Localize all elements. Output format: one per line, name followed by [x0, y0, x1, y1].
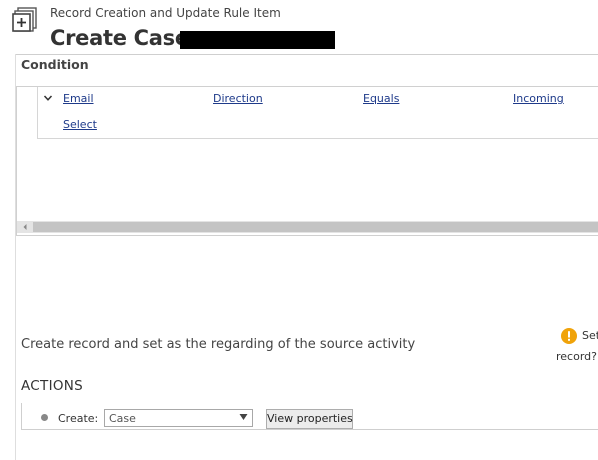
entity-select-value: Case [109, 412, 136, 425]
record-type-subtitle: Record Creation and Update Rule Item [50, 6, 281, 20]
warning-icon [561, 328, 577, 344]
warning-text-continued: record? [556, 350, 597, 363]
select-link[interactable]: Select [63, 118, 97, 131]
header-divider [15, 54, 598, 55]
condition-indent-line [37, 87, 38, 139]
create-record-description: Create record and set as the regarding o… [21, 337, 416, 352]
scroll-left-arrow-icon[interactable] [20, 221, 30, 233]
condition-row-divider [37, 138, 598, 139]
condition-grid [16, 86, 598, 236]
condition-operator-link[interactable]: Equals [363, 92, 399, 105]
scrollbar-thumb[interactable] [33, 222, 598, 232]
warning-text: Set [582, 329, 598, 342]
condition-value-link[interactable]: Incoming [513, 92, 564, 105]
chevron-down-icon[interactable] [43, 93, 53, 103]
condition-attribute-link[interactable]: Direction [213, 92, 263, 105]
view-properties-button[interactable]: View properties [266, 409, 353, 429]
condition-field-link[interactable]: Email [63, 92, 94, 105]
dropdown-arrow-icon[interactable] [239, 413, 248, 421]
record-rule-icon [12, 7, 37, 32]
page: Record Creation and Update Rule Item Cre… [0, 0, 598, 460]
action-bullet-icon [41, 414, 48, 421]
redacted-title-block [180, 31, 335, 49]
condition-heading: Condition [21, 57, 89, 72]
page-title: Create Case [50, 26, 189, 50]
create-label: Create: [58, 412, 99, 425]
actions-heading: ACTIONS [21, 378, 84, 394]
